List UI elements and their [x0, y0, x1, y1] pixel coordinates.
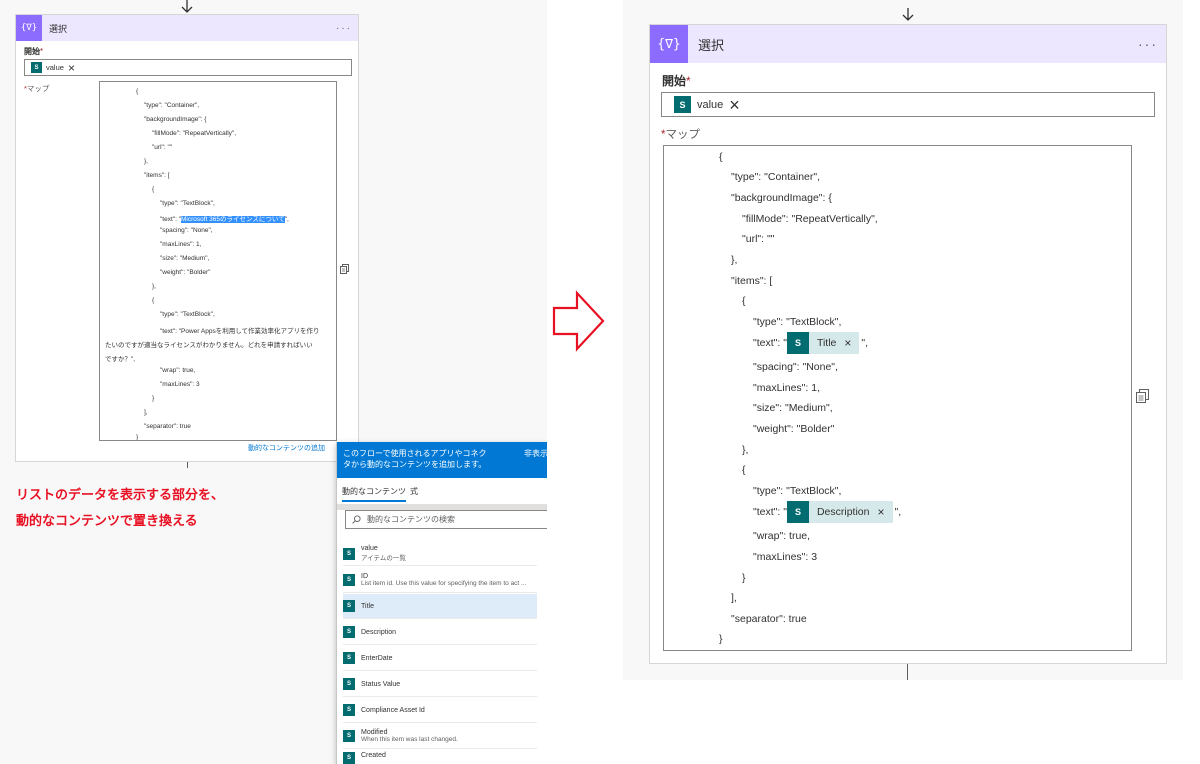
flow-connector: [907, 664, 908, 680]
copy-icon[interactable]: [1136, 389, 1149, 408]
remove-token-icon[interactable]: ×: [68, 62, 75, 74]
remove-token-icon[interactable]: ×: [729, 96, 740, 114]
from-token-label: value: [697, 98, 724, 111]
map-label: *マップ: [24, 84, 50, 93]
from-label: 開始*: [24, 47, 44, 56]
sharepoint-icon: S: [343, 652, 355, 664]
sharepoint-icon: S: [786, 501, 809, 523]
list-item-title[interactable]: S Title: [343, 594, 537, 619]
dynamic-content-popup: このフローで使用されるアプリやコネクタから動的なコンテンツを追加します。 非表示…: [336, 442, 547, 764]
from-input[interactable]: S value ×: [24, 59, 352, 76]
selected-text: Microsoft 365のライセンスについて: [181, 216, 285, 223]
text-line-description: "text": " S Description × ",: [753, 501, 901, 523]
list-item-enterdate[interactable]: S EnterDate: [343, 646, 537, 671]
flow-arrow-down-icon: [180, 0, 194, 14]
description-token[interactable]: S Description ×: [786, 501, 893, 523]
select-action-card: {∇} 選択 ··· 開始* S value × *マップ { "type": …: [649, 24, 1167, 664]
title-token[interactable]: S Title ×: [786, 332, 860, 354]
from-token-label: value: [46, 63, 64, 72]
transition-arrow-icon: [551, 290, 607, 357]
list-item-id[interactable]: S ID List item id. Use this value for spe…: [343, 567, 537, 593]
card-title: 選択: [49, 23, 68, 34]
remove-token-icon[interactable]: ×: [844, 336, 851, 350]
list-item-modified[interactable]: S Modified When this item was last change…: [343, 724, 537, 749]
popup-tabs: 動的なコンテンツ 式: [337, 482, 547, 502]
sharepoint-icon: S: [343, 704, 355, 716]
data-operation-icon: {∇}: [650, 25, 688, 63]
sharepoint-icon: S: [674, 96, 691, 113]
search-icon: [352, 515, 361, 524]
sharepoint-icon: S: [343, 573, 355, 586]
flow-arrow-down-icon: [901, 8, 915, 22]
map-label: *マップ: [661, 129, 700, 141]
sharepoint-icon: S: [343, 752, 355, 764]
popup-header: このフローで使用されるアプリやコネクタから動的なコンテンツを追加します。 非表示: [337, 442, 547, 478]
text-line-selected: "text": "Microsoft 365のライセンスについて",: [160, 216, 289, 223]
list-item-status-value[interactable]: S Status Value: [343, 672, 537, 697]
sharepoint-icon: S: [343, 730, 355, 742]
list-item-value[interactable]: S value アイテムの一覧: [343, 542, 537, 566]
card-title: 選択: [698, 37, 725, 53]
list-item-created[interactable]: S Created: [343, 750, 537, 764]
dynamic-content-search-input[interactable]: 動的なコンテンツの検索: [345, 510, 547, 529]
map-input[interactable]: { "type": "Container", "backgroundImage"…: [663, 145, 1132, 651]
tab-dynamic-content[interactable]: 動的なコンテンツ: [342, 486, 406, 502]
more-options-button[interactable]: ···: [336, 23, 352, 34]
copy-icon[interactable]: [340, 261, 349, 279]
list-item-compliance-asset-id[interactable]: S Compliance Asset Id: [343, 698, 537, 723]
after-panel: {∇} 選択 ··· 開始* S value × *マップ { "type": …: [623, 0, 1183, 680]
more-options-button[interactable]: ···: [1138, 36, 1158, 52]
annotation-text: リストのデータを表示する部分を、 動的なコンテンツで置き換える: [16, 487, 225, 528]
tab-expression[interactable]: 式: [410, 486, 418, 497]
map-input[interactable]: { "type": "Container", "backgroundImage"…: [99, 81, 337, 441]
flow-connector: [187, 462, 188, 468]
card-header[interactable]: {∇} 選択 ···: [650, 25, 1166, 63]
from-input[interactable]: S value ×: [661, 92, 1155, 117]
list-item-description[interactable]: S Description: [343, 620, 537, 645]
sharepoint-icon: S: [343, 678, 355, 690]
select-action-card: {∇} 選択 ··· 開始* S value × *マップ { "type": …: [15, 14, 359, 462]
text-line-title: "text": " S Title × ",: [753, 332, 868, 354]
sharepoint-icon: S: [343, 626, 355, 638]
before-panel: {∇} 選択 ··· 開始* S value × *マップ { "type": …: [0, 0, 547, 764]
remove-token-icon[interactable]: ×: [877, 505, 884, 519]
sharepoint-icon: S: [343, 547, 355, 560]
hide-button[interactable]: 非表示: [524, 448, 547, 459]
add-dynamic-content-link[interactable]: 動的なコンテンツの追加: [248, 443, 325, 453]
data-operation-icon: {∇}: [16, 15, 42, 41]
card-header[interactable]: {∇} 選択 ···: [16, 15, 358, 41]
sharepoint-icon: S: [343, 600, 355, 612]
sharepoint-icon: S: [786, 332, 809, 354]
from-label: 開始*: [662, 74, 691, 88]
sharepoint-icon: S: [31, 62, 42, 73]
popup-description: このフローで使用されるアプリやコネクタから動的なコンテンツを追加します。: [343, 449, 487, 469]
